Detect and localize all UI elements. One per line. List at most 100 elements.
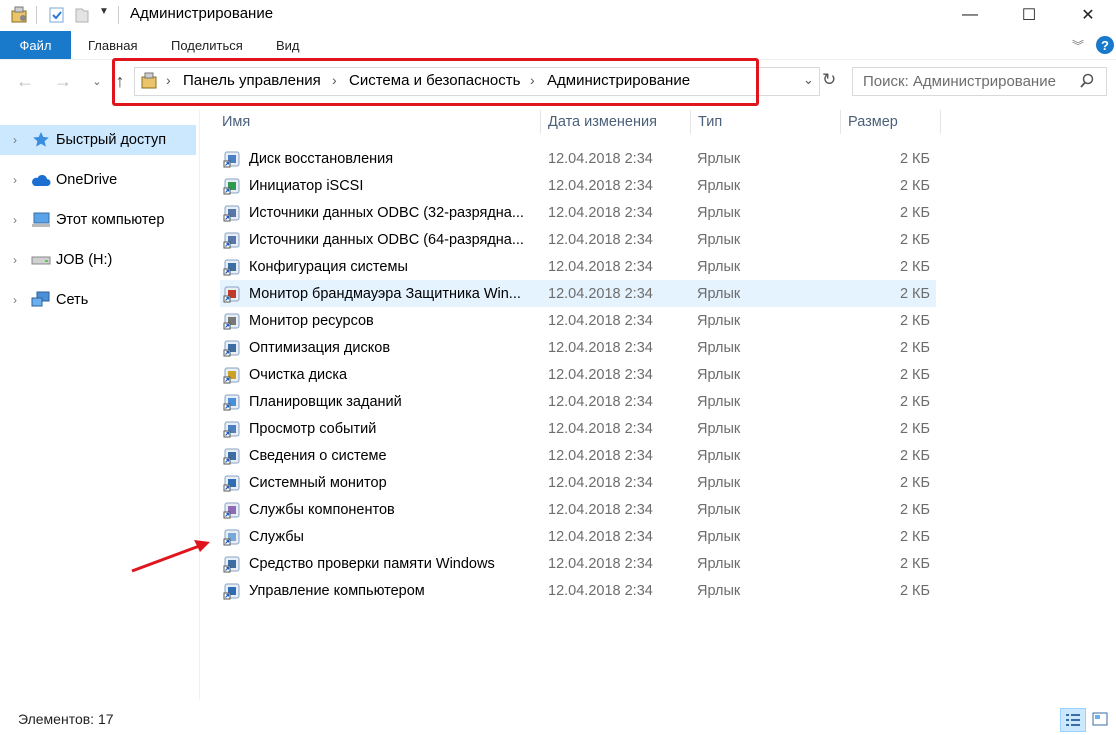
file-name: Монитор брандмауэра Защитника Win... (249, 285, 521, 302)
sidebar-item-this-pc[interactable]: › Этот компьютер (0, 205, 196, 235)
network-icon (30, 291, 52, 309)
file-row[interactable]: Инициатор iSCSI 12.04.2018 2:34 Ярлык 2 КБ (220, 172, 936, 199)
file-size: 2 КБ (899, 447, 930, 464)
file-name: Управление компьютером (249, 582, 425, 599)
column-separator[interactable] (840, 110, 841, 134)
window-title: Администрирование (130, 5, 274, 22)
file-row[interactable]: Конфигурация системы 12.04.2018 2:34 Ярлык… (220, 253, 936, 280)
chevron-right-icon[interactable]: › (0, 213, 30, 227)
cloud-icon (30, 171, 52, 189)
file-type: Ярлык (697, 393, 741, 410)
file-row[interactable]: Управление компьютером 12.04.2018 2:34 Ярл… (220, 577, 936, 604)
admin-tools-icon[interactable] (10, 5, 30, 25)
chevron-right-icon[interactable]: › (0, 293, 30, 307)
file-date: 12.04.2018 2:34 (548, 474, 653, 491)
file-row[interactable]: Монитор ресурсов 12.04.2018 2:34 Ярлык 2 КБ (220, 307, 936, 334)
file-type: Ярлык (697, 474, 741, 491)
file-row[interactable]: Сведения о системе 12.04.2018 2:34 Ярлык 2 … (220, 442, 936, 469)
column-separator[interactable] (540, 110, 541, 134)
file-row[interactable]: Источники данных ODBC (64-разрядна... 12.… (220, 226, 936, 253)
recent-dropdown-icon[interactable]: ⌄ (86, 70, 108, 92)
column-header-date[interactable]: Дата изменения (548, 110, 657, 134)
file-name: Оптимизация дисков (249, 339, 391, 356)
file-row[interactable]: Службы компонентов 12.04.2018 2:34 Ярлык 2 … (220, 496, 936, 523)
help-button[interactable]: ? (1096, 36, 1114, 54)
file-row[interactable]: Системный монитор 12.04.2018 2:34 Ярлык 2 К… (220, 469, 936, 496)
file-row[interactable]: Оптимизация дисков 12.04.2018 2:34 Ярлык 2 … (220, 334, 936, 361)
file-name: Очистка диска (249, 366, 348, 383)
large-icons-view-icon (1092, 712, 1108, 726)
file-row[interactable]: Очистка диска 12.04.2018 2:34 Ярлык 2 КБ (220, 361, 936, 388)
file-type: Ярлык (697, 177, 741, 194)
shortcut-icon (223, 151, 240, 168)
file-name: Сведения о системе (249, 447, 387, 464)
file-row[interactable]: Службы 12.04.2018 2:34 Ярлык 2 КБ (220, 523, 936, 550)
ribbon-expand-icon[interactable]: ︾ (1072, 37, 1084, 54)
file-size: 2 КБ (899, 555, 930, 572)
new-folder-icon[interactable] (74, 6, 90, 24)
forward-arrow-icon[interactable]: → (52, 70, 74, 92)
shortcut-icon (223, 232, 240, 249)
shortcut-icon (223, 556, 240, 573)
details-view-button[interactable] (1060, 708, 1086, 732)
properties-icon[interactable] (48, 6, 66, 24)
file-row[interactable]: Диск восстановления 12.04.2018 2:34 Ярлык 2… (220, 145, 936, 172)
file-date: 12.04.2018 2:34 (548, 447, 653, 464)
file-size: 2 КБ (899, 258, 930, 275)
file-type: Ярлык (697, 366, 741, 383)
address-dropdown-icon[interactable]: ⌄ (803, 72, 814, 88)
file-row[interactable]: Монитор брандмауэра Защитника Win... 12.0… (220, 280, 936, 307)
sidebar-item-drive-h[interactable]: › JOB (H:) (0, 245, 196, 275)
shortcut-icon (223, 367, 240, 384)
file-type: Ярлык (697, 501, 741, 518)
file-name: Монитор ресурсов (249, 312, 374, 329)
shortcut-icon (223, 313, 240, 330)
column-separator[interactable] (940, 110, 941, 134)
back-arrow-icon[interactable]: ← (14, 70, 36, 92)
column-header-name[interactable]: Имя (222, 110, 250, 134)
file-type: Ярлык (697, 528, 741, 545)
search-icon[interactable] (1079, 73, 1095, 89)
large-icons-view-button[interactable] (1088, 708, 1112, 730)
shortcut-icon (223, 583, 240, 600)
minimize-button[interactable]: — (947, 0, 993, 30)
file-size: 2 КБ (899, 177, 930, 194)
column-separator[interactable] (690, 110, 691, 134)
details-view-icon (1066, 714, 1080, 726)
file-date: 12.04.2018 2:34 (548, 420, 653, 437)
file-size: 2 КБ (899, 312, 930, 329)
chevron-right-icon[interactable]: › (0, 133, 30, 147)
tab-share[interactable]: Поделиться (171, 31, 243, 59)
tab-file[interactable]: Файл (0, 31, 71, 59)
chevron-right-icon[interactable]: › (0, 173, 30, 187)
file-size: 2 КБ (899, 366, 930, 383)
refresh-icon[interactable]: ↻ (822, 70, 836, 90)
column-header-type[interactable]: Тип (698, 110, 722, 134)
file-row[interactable]: Планировщик заданий 12.04.2018 2:34 Ярлык 2… (220, 388, 936, 415)
qat-dropdown-icon[interactable]: ▼ (99, 6, 109, 17)
sidebar-item-label: Этот компьютер (56, 212, 165, 228)
maximize-button[interactable]: ☐ (1006, 0, 1052, 30)
sidebar-item-onedrive[interactable]: › OneDrive (0, 165, 196, 195)
tab-home[interactable]: Главная (88, 31, 137, 59)
file-size: 2 КБ (899, 339, 930, 356)
file-row[interactable]: Источники данных ODBC (32-разрядна... 12.… (220, 199, 936, 226)
file-size: 2 КБ (899, 474, 930, 491)
sidebar-item-network[interactable]: › Сеть (0, 285, 196, 315)
ribbon-tabs: Файл Главная Поделиться Вид (0, 31, 1116, 60)
navigation-pane (0, 110, 200, 700)
sidebar-item-quick-access[interactable]: › Быстрый доступ (0, 125, 196, 155)
qat-separator (36, 6, 37, 24)
file-name: Службы компонентов (249, 501, 395, 518)
sidebar-item-label: JOB (H:) (56, 252, 113, 268)
file-date: 12.04.2018 2:34 (548, 231, 653, 248)
file-row[interactable]: Просмотр событий 12.04.2018 2:34 Ярлык 2 КБ (220, 415, 936, 442)
file-row[interactable]: Средство проверки памяти Windows 12.04.20… (220, 550, 936, 577)
file-type: Ярлык (697, 258, 741, 275)
close-button[interactable]: ✕ (1065, 0, 1111, 30)
chevron-right-icon[interactable]: › (0, 253, 30, 267)
column-header-size[interactable]: Размер (848, 110, 898, 134)
file-date: 12.04.2018 2:34 (548, 555, 653, 572)
tab-view[interactable]: Вид (276, 31, 300, 59)
shortcut-icon (223, 394, 240, 411)
